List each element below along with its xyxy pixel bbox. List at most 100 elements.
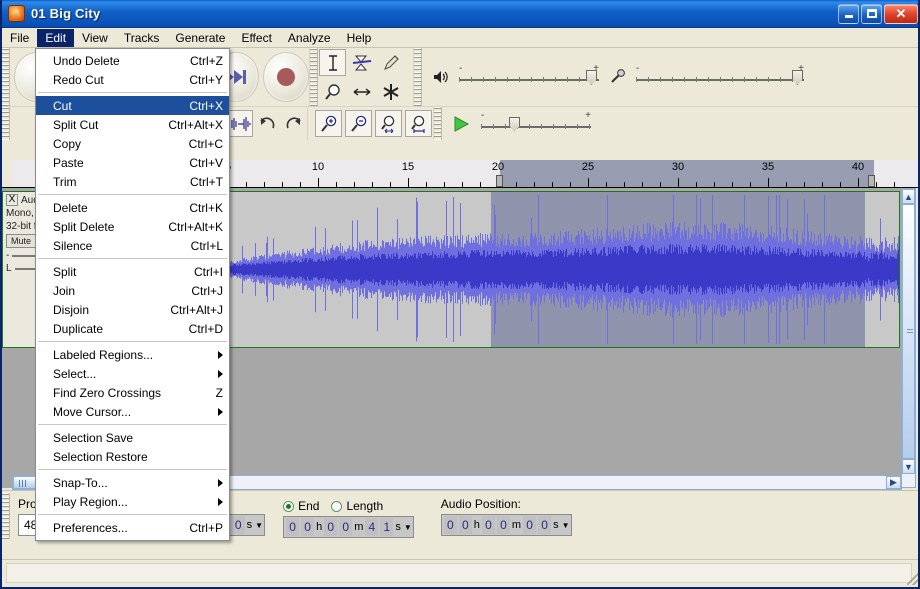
- speaker-icon: [427, 63, 454, 91]
- fit-project-button[interactable]: [405, 110, 432, 137]
- end-radio[interactable]: End: [283, 499, 319, 513]
- audio-position-field[interactable]: 0 0 h 0 0 m 0 0 s ▼: [440, 514, 572, 536]
- edit-menu-item-delete[interactable]: Delete Ctrl+K: [36, 198, 229, 217]
- silence-button[interactable]: [228, 110, 253, 137]
- edit-menu-item-selection-save[interactable]: Selection Save: [36, 428, 229, 447]
- close-button[interactable]: ✕: [884, 3, 918, 24]
- edit-menu-item-join[interactable]: Join Ctrl+J: [36, 281, 229, 300]
- track-mute-button[interactable]: Mute: [6, 234, 37, 248]
- edit-menu-dropdown[interactable]: Undo Delete Ctrl+Z Redo Cut Ctrl+Y Cut Ctrl+X…: [35, 48, 230, 541]
- maximize-button[interactable]: [861, 3, 882, 24]
- edit-menu-item-disjoin[interactable]: Disjoin Ctrl+Alt+J: [36, 300, 229, 319]
- ruler-tick: [624, 182, 625, 187]
- end-radio-dot[interactable]: [283, 500, 295, 512]
- scroll-up-arrow[interactable]: ▲: [902, 189, 915, 204]
- draw-tool[interactable]: [377, 49, 404, 76]
- zoom-tool[interactable]: [319, 78, 346, 105]
- digit[interactable]: 0: [481, 516, 495, 534]
- fit-selection-button[interactable]: [375, 110, 402, 137]
- edit-menu-item-split-cut[interactable]: Split Cut Ctrl+Alt+X: [36, 115, 229, 134]
- length-radio-dot[interactable]: [331, 500, 343, 512]
- ruler-tick: [732, 182, 733, 187]
- digit[interactable]: 0: [286, 518, 300, 536]
- record-button[interactable]: [263, 52, 309, 102]
- digit[interactable]: 0: [443, 516, 457, 534]
- length-radio[interactable]: Length: [331, 499, 383, 513]
- menu-effect[interactable]: Effect: [233, 29, 279, 47]
- zoom-out-button[interactable]: [345, 110, 372, 137]
- menu-view[interactable]: View: [74, 29, 116, 47]
- menu-item-label: Select...: [53, 366, 97, 381]
- digit[interactable]: 0: [538, 516, 552, 534]
- digit[interactable]: 0: [523, 516, 537, 534]
- selection-tool[interactable]: [319, 49, 346, 76]
- selection-end-field[interactable]: 0 0 h 0 0 m 4 1 s ▼: [283, 516, 414, 538]
- edit-menu-item-silence[interactable]: Silence Ctrl+L: [36, 236, 229, 255]
- menu-separator: [38, 341, 227, 342]
- edit-menu-item-redo-cut[interactable]: Redo Cut Ctrl+Y: [36, 70, 229, 89]
- menu-help[interactable]: Help: [339, 29, 380, 47]
- ruler-tick: [714, 182, 715, 187]
- edit-menu-item-snap-to[interactable]: Snap-To...: [36, 473, 229, 492]
- digit[interactable]: 0: [231, 516, 245, 534]
- resize-grip[interactable]: [907, 573, 918, 585]
- vertical-scrollbar[interactable]: ▲ ▼: [901, 188, 916, 488]
- digit[interactable]: 0: [458, 516, 472, 534]
- multi-tool[interactable]: [377, 78, 404, 105]
- tools-toolbar-grip[interactable]: [310, 48, 318, 106]
- menu-analyze[interactable]: Analyze: [280, 29, 339, 47]
- edit-menu-item-move-cursor[interactable]: Move Cursor...: [36, 402, 229, 421]
- menu-edit[interactable]: Edit: [37, 28, 75, 47]
- edit-menu-item-duplicate[interactable]: Duplicate Ctrl+D: [36, 319, 229, 338]
- edit-menu-item-split[interactable]: Split Ctrl+I: [36, 262, 229, 281]
- play-at-speed-button[interactable]: [447, 110, 474, 137]
- ruler-tick: [588, 178, 589, 187]
- selection-end-handle[interactable]: [868, 175, 875, 187]
- mixer-toolbar-grip[interactable]: [414, 48, 422, 106]
- redo-button[interactable]: [282, 110, 306, 137]
- envelope-tool[interactable]: [348, 49, 375, 76]
- digit[interactable]: 0: [339, 518, 353, 536]
- edit-menu-item-split-delete[interactable]: Split Delete Ctrl+Alt+K: [36, 217, 229, 236]
- edit-menu-item-copy[interactable]: Copy Ctrl+C: [36, 134, 229, 153]
- menu-tracks[interactable]: Tracks: [116, 29, 168, 47]
- edit-menu-item-preferences[interactable]: Preferences... Ctrl+P: [36, 518, 229, 537]
- edit-menu-item-selection-restore[interactable]: Selection Restore: [36, 447, 229, 466]
- digit[interactable]: 0: [496, 516, 510, 534]
- edit-menu-item-play-region[interactable]: Play Region...: [36, 492, 229, 511]
- play-speed-slider[interactable]: - +: [481, 110, 591, 137]
- undo-button[interactable]: [255, 110, 280, 137]
- selection-toolbar-grip[interactable]: [2, 493, 10, 539]
- scroll-down-arrow[interactable]: ▼: [902, 459, 915, 474]
- time-format-chevron-icon[interactable]: ▼: [560, 521, 570, 530]
- transport-toolbar-grip[interactable]: [2, 48, 10, 106]
- window-controls: ✕: [838, 3, 918, 24]
- time-format-chevron-icon[interactable]: ▼: [253, 521, 263, 530]
- digit[interactable]: 0: [301, 518, 315, 536]
- edit-menu-item-labeled-regions[interactable]: Labeled Regions...: [36, 345, 229, 364]
- digit[interactable]: 1: [380, 518, 394, 536]
- selection-start-handle[interactable]: [496, 175, 503, 187]
- play-speed-toolbar-grip[interactable]: [434, 107, 442, 140]
- edit-menu-item-paste[interactable]: Paste Ctrl+V: [36, 153, 229, 172]
- menu-generate[interactable]: Generate: [167, 29, 233, 47]
- input-volume-slider[interactable]: - +: [636, 63, 804, 90]
- timeshift-tool[interactable]: [348, 78, 375, 105]
- output-volume-slider[interactable]: - +: [459, 63, 599, 90]
- track-close-icon[interactable]: X: [6, 194, 18, 206]
- edit-menu-item-cut[interactable]: Cut Ctrl+X: [36, 96, 229, 115]
- menu-file[interactable]: File: [2, 29, 37, 47]
- minimize-button[interactable]: [838, 3, 859, 24]
- edit-menu-item-undo-delete[interactable]: Undo Delete Ctrl+Z: [36, 51, 229, 70]
- edit-menu-item-select[interactable]: Select...: [36, 364, 229, 383]
- digit[interactable]: 4: [365, 518, 379, 536]
- vertical-scroll-thumb[interactable]: [902, 204, 915, 459]
- scroll-right-arrow[interactable]: ▶: [886, 476, 901, 489]
- edit-menu-item-find-zero-crossings[interactable]: Find Zero Crossings Z: [36, 383, 229, 402]
- edit-menu-item-trim[interactable]: Trim Ctrl+T: [36, 172, 229, 191]
- meter-toolbar-grip[interactable]: [2, 107, 10, 140]
- digit[interactable]: 0: [324, 518, 338, 536]
- zoom-in-button[interactable]: [315, 110, 342, 137]
- menu-item-shortcut: Ctrl+Z: [190, 53, 223, 68]
- time-format-chevron-icon[interactable]: ▼: [402, 523, 412, 532]
